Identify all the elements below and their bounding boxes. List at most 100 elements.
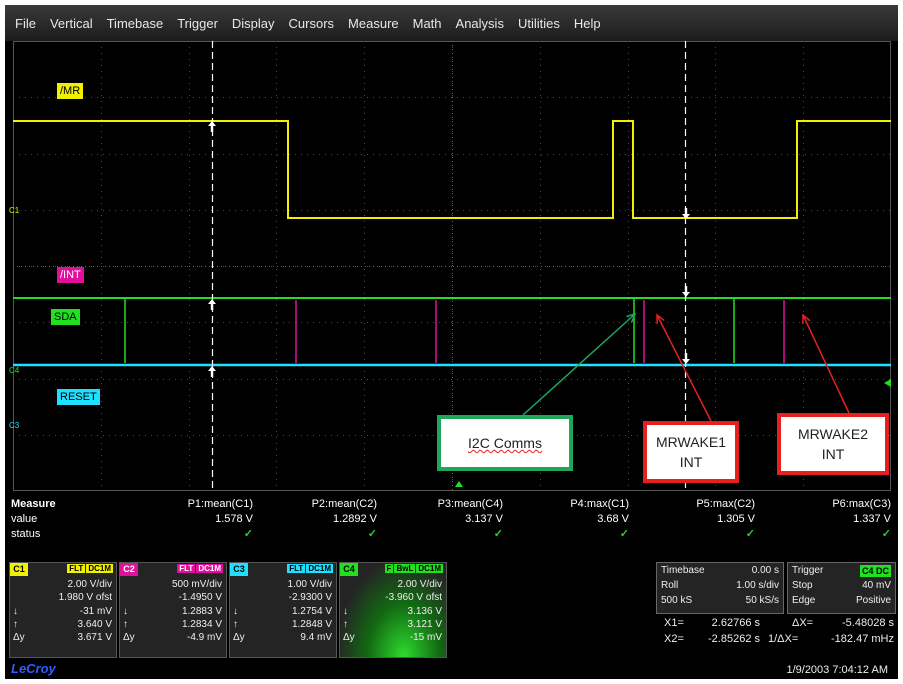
param-name[interactable]: P1:mean(C1) (133, 497, 253, 511)
trigger-level-marker (884, 379, 891, 387)
trace-label-reset: RESET (57, 389, 100, 405)
timebase-label: Timebase (661, 565, 705, 576)
up-arrow-icon: ↑ (343, 619, 348, 630)
flag-badge: F (384, 564, 394, 573)
measure-row-value-label: value (11, 513, 38, 525)
menu-vertical[interactable]: Vertical (43, 16, 100, 31)
lecroy-logo: LeCroy (11, 661, 56, 676)
param-name[interactable]: P4:max(C1) (509, 497, 629, 511)
offset: -2.9300 V (288, 592, 332, 603)
oscilloscope-screen: File Vertical Timebase Trigger Display C… (5, 5, 898, 679)
channel-box-c1[interactable]: C1 FLT DC1M 2.00 V/div 1.980 V ofst ↓ -31… (9, 562, 117, 658)
menu-measure[interactable]: Measure (341, 16, 406, 31)
measure-panel: Measure value status P1:mean(C1) 1.578 V… (5, 497, 898, 561)
channel-tag: C1 (10, 563, 28, 576)
timebase-delay: 0.00 s (751, 565, 779, 576)
down-arrow-icon: ↓ (123, 606, 128, 617)
offset: -1.4950 V (178, 592, 222, 603)
channel-flags: FLT DC1M (66, 564, 113, 573)
trigger-position-marker (455, 481, 463, 487)
param-name[interactable]: P3:mean(C4) (383, 497, 503, 511)
dx-label: ΔX= (792, 617, 814, 629)
delta-y-value: -4.9 mV (186, 632, 222, 643)
callout-i2c-text: I2C Comms (468, 435, 542, 451)
trigger-level: 40 mV (862, 580, 891, 591)
flag-badge: FLT (287, 564, 306, 573)
menu-utilities[interactable]: Utilities (511, 16, 567, 31)
status-check-icon: ✓ (881, 528, 891, 540)
menu-cursors[interactable]: Cursors (282, 16, 342, 31)
callout-mrwake2-line2: INT (821, 446, 845, 462)
channel-box-c3[interactable]: C3 FLT DC1M 1.00 V/div -2.9300 V ↓ 1.2754… (229, 562, 337, 658)
param-value: 3.68 V (597, 513, 629, 525)
channel-box-c2[interactable]: C2 FLT DC1M 500 mV/div -1.4950 V ↓ 1.2883… (119, 562, 227, 658)
param-value: 3.137 V (465, 513, 503, 525)
delta-y-label: Δy (123, 632, 135, 643)
flag-badge: BwL (394, 564, 416, 573)
channel-tag: C2 (120, 563, 138, 576)
cursor-down-value: 1.2883 V (181, 606, 222, 617)
delta-y-label: Δy (343, 632, 355, 643)
x1-value: 2.62766 s (711, 617, 760, 629)
cursor-down-value: 3.136 V (407, 606, 442, 617)
c4-ground-marker[interactable]: C4 (9, 366, 19, 375)
waveform-grid[interactable]: /MR /INT SDA RESET C1 C4 C3 I2C Comms MR… (9, 41, 891, 491)
volts-per-div: 1.00 V/div (287, 579, 332, 590)
status-check-icon: ✓ (243, 528, 253, 540)
cursor-down-arrow-icon (682, 353, 690, 364)
up-arrow-icon: ↑ (123, 619, 128, 630)
param-name[interactable]: P5:max(C2) (635, 497, 755, 511)
menu-trigger[interactable]: Trigger (170, 16, 225, 31)
menu-display[interactable]: Display (225, 16, 282, 31)
channel-tag: C3 (230, 563, 248, 576)
status-check-icon: ✓ (619, 528, 629, 540)
cursor-readout: X1= 2.62766 s ΔX= -5.48028 s X2= -2.8526… (656, 616, 896, 652)
delta-y-label: Δy (233, 632, 245, 643)
trace-label-sda: SDA (51, 309, 80, 325)
menu-math[interactable]: Math (406, 16, 449, 31)
c3-ground-marker[interactable]: C3 (9, 421, 19, 430)
volts-per-div: 500 mV/div (171, 579, 222, 590)
menu-help[interactable]: Help (567, 16, 608, 31)
flag-badge: DC1M (306, 564, 333, 573)
param-value: 1.305 V (717, 513, 755, 525)
status-check-icon: ✓ (367, 528, 377, 540)
trigger-mode: Stop (792, 580, 813, 591)
x2-value: -2.85262 s (708, 633, 760, 645)
channel-box-c4[interactable]: C4 F BwL DC1M 2.00 V/div -3.960 V ofst ↓ 3… (339, 562, 447, 658)
callout-mrwake1-line1: MRWAKE1 (655, 434, 726, 450)
cursor-up-value: 1.2848 V (291, 619, 332, 630)
timebase-mode: Roll (661, 580, 679, 591)
param-name[interactable]: P2:mean(C2) (257, 497, 377, 511)
menu-bar: File Vertical Timebase Trigger Display C… (5, 5, 898, 41)
menu-analysis[interactable]: Analysis (449, 16, 511, 31)
flag-badge: FLT (67, 564, 86, 573)
param-name[interactable]: P6:max(C3) (771, 497, 891, 511)
mrwake1-annotation-arrow (656, 314, 712, 422)
cursor-up-arrow-icon (208, 366, 216, 377)
cursor-up-value: 1.2834 V (181, 619, 222, 630)
measure-title[interactable]: Measure (11, 497, 56, 511)
channel-flags: F BwL DC1M (384, 564, 443, 573)
delta-y-value: 9.4 mV (300, 632, 332, 643)
trigger-source-badge: C4 DC (859, 565, 891, 577)
up-arrow-icon: ↑ (13, 619, 18, 630)
volts-per-div: 2.00 V/div (67, 579, 112, 590)
offset: -3.960 V ofst (385, 592, 442, 603)
param-value: 1.578 V (215, 513, 253, 525)
cursor-down-value: 1.2754 V (291, 606, 332, 617)
trigger-type: Edge (792, 595, 816, 606)
callout-mrwake2: MRWAKE2 INT (777, 413, 889, 475)
channel-flags: FLT DC1M (176, 564, 223, 573)
status-check-icon: ✓ (493, 528, 503, 540)
menu-file[interactable]: File (5, 16, 43, 31)
up-arrow-icon: ↑ (233, 619, 238, 630)
x2-label: X2= (664, 633, 684, 645)
timebase-panel[interactable]: Timebase 0.00 s Roll 1.00 s/div 500 kS 5… (656, 562, 784, 614)
menu-timebase[interactable]: Timebase (100, 16, 171, 31)
trigger-panel[interactable]: Trigger C4 DC Stop 40 mV Edge Positive (787, 562, 896, 614)
inv-dx-label: 1/ΔX= (768, 633, 799, 645)
c1-ground-marker[interactable]: C1 (9, 206, 19, 215)
flag-badge: DC1M (86, 564, 113, 573)
delta-y-value: 3.671 V (77, 632, 112, 643)
